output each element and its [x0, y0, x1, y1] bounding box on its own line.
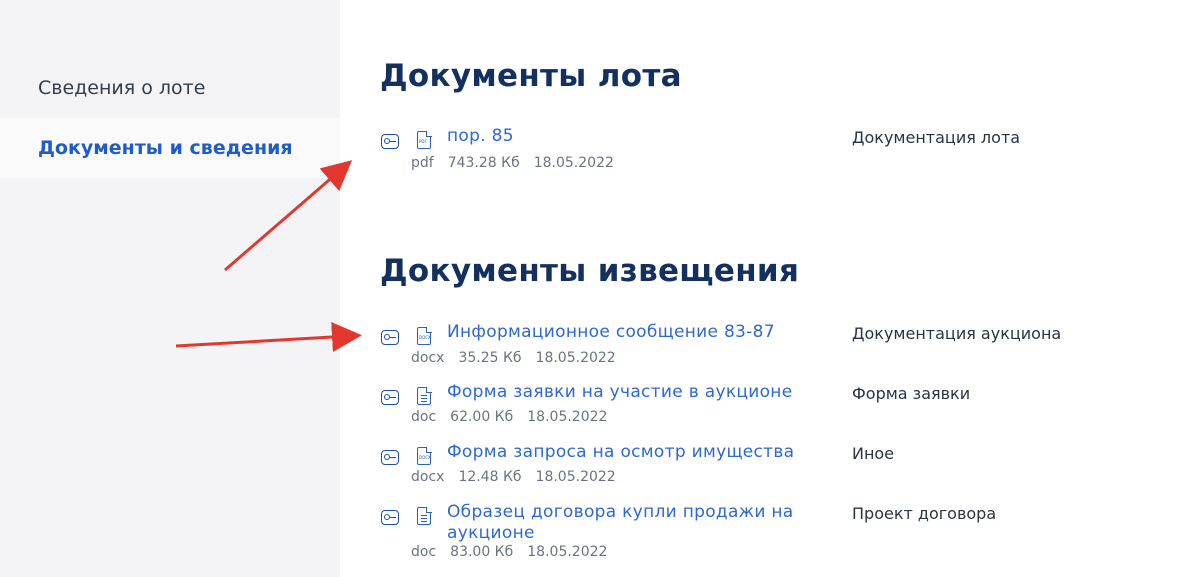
annotation-arrows: [175, 160, 362, 353]
annotation-arrow: [175, 322, 362, 353]
annotation-arrow: [224, 160, 353, 272]
